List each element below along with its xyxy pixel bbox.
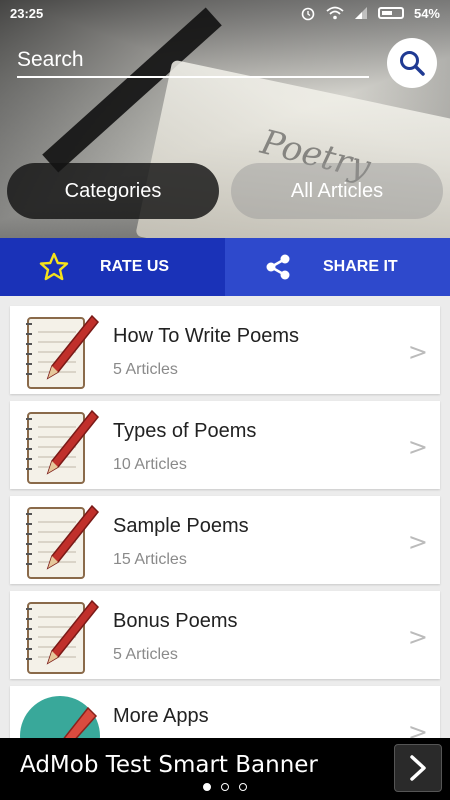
chevron-right-icon: > xyxy=(407,623,428,651)
status-time: 23:25 xyxy=(10,5,44,21)
list-item-count: 15 Articles xyxy=(113,551,187,568)
signal-icon xyxy=(354,7,367,19)
notepad-pencil-icon xyxy=(26,409,100,484)
list-item-count: 10 Articles xyxy=(113,456,187,473)
share-it-label: SHARE IT xyxy=(323,258,398,275)
list-item-title: How To Write Poems xyxy=(113,325,299,347)
tab-all-articles[interactable]: All Articles xyxy=(231,163,443,219)
action-bar: RATE US SHARE IT xyxy=(0,238,450,296)
search-button[interactable] xyxy=(387,38,437,88)
chevron-right-icon: > xyxy=(407,433,428,461)
list-item[interactable]: How To Write Poems 5 Articles > xyxy=(10,306,440,394)
star-icon xyxy=(39,252,69,281)
status-bar: 23:25 54% xyxy=(0,0,450,26)
notepad-pencil-icon xyxy=(26,599,100,674)
tab-categories-label: Categories xyxy=(64,179,162,202)
tab-all-articles-label: All Articles xyxy=(290,179,384,202)
list-item[interactable]: Sample Poems 15 Articles > xyxy=(10,496,440,584)
wifi-icon xyxy=(326,6,344,20)
list-item-count: 5 Articles xyxy=(113,646,178,663)
tab-categories[interactable]: Categories xyxy=(7,163,219,219)
list-item-title: Bonus Poems xyxy=(113,610,238,632)
alarm-icon xyxy=(301,7,315,21)
chevron-right-icon xyxy=(410,755,426,781)
list-item-count: 5 Articles xyxy=(113,361,178,378)
list-item-title: Types of Poems xyxy=(113,420,257,442)
list-item[interactable]: Bonus Poems 5 Articles > xyxy=(10,591,440,679)
battery-percent: 54% xyxy=(413,5,440,21)
list-item[interactable]: Types of Poems 10 Articles > xyxy=(10,401,440,489)
search-icon xyxy=(400,51,425,76)
share-it-button[interactable]: SHARE IT xyxy=(225,238,450,296)
notepad-pencil-icon xyxy=(26,314,100,389)
chevron-right-icon: > xyxy=(407,338,428,366)
notepad-pencil-icon xyxy=(26,504,100,579)
page-indicator xyxy=(0,783,450,791)
page-dot xyxy=(221,783,229,791)
search-input[interactable] xyxy=(17,44,369,78)
share-icon xyxy=(266,254,290,280)
rate-us-button[interactable]: RATE US xyxy=(0,238,225,296)
page-dot xyxy=(239,783,247,791)
rate-us-label: RATE US xyxy=(100,258,170,275)
chevron-right-icon: > xyxy=(407,528,428,556)
page-dot-active xyxy=(203,783,211,791)
list-item-title: Sample Poems xyxy=(113,515,249,537)
ad-banner-text: AdMob Test Smart Banner xyxy=(20,752,318,778)
battery-icon xyxy=(377,7,404,19)
list-item-title: More Apps xyxy=(113,705,209,727)
